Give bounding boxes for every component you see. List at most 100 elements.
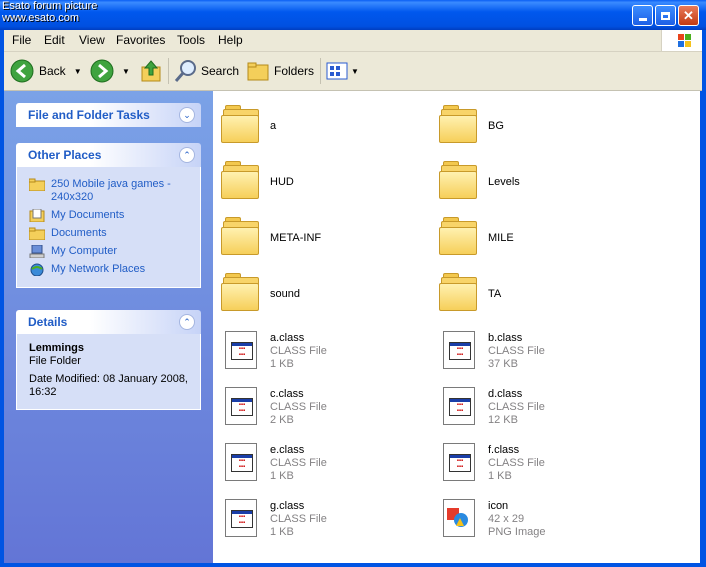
file-type: CLASS File (270, 345, 327, 357)
file-size: PNG Image (488, 526, 546, 538)
place-label: Documents (51, 227, 107, 239)
file-list-view: a BG HUD Levels META-INF MILE sound TA ▪▪▪ ▪▪▪ a.c… (213, 91, 700, 563)
folder-item[interactable]: sound (213, 265, 413, 313)
file-size: 2 KB (270, 414, 294, 426)
close-button[interactable]: ✕ (678, 5, 699, 26)
place-my-documents[interactable]: My Documents (17, 209, 200, 222)
file-type: CLASS File (270, 401, 327, 413)
menu-favorites[interactable]: Favorites (116, 33, 165, 47)
folder-item[interactable]: BG (431, 97, 631, 145)
file-size: 37 KB (488, 358, 518, 370)
place-label: My Computer (51, 245, 118, 257)
file-item[interactable]: ▪▪▪ ▪▪▪ e.class CLASS File 1 KB (213, 433, 413, 482)
back-dropdown-icon[interactable]: ▼ (74, 67, 82, 76)
forward-dropdown-icon[interactable]: ▼ (122, 67, 130, 76)
folders-icon (247, 62, 269, 81)
class-file-icon: ▪▪▪ ▪▪▪ (439, 441, 477, 481)
folder-icon (29, 227, 45, 240)
file-name: BG (488, 120, 504, 132)
file-item[interactable]: ▪▪▪ ▪▪▪ d.class CLASS File 12 KB (431, 377, 631, 426)
file-item[interactable]: ▪▪▪ ▪▪▪ c.class CLASS File 2 KB (213, 377, 413, 426)
file-folder-tasks-panel: File and Folder Tasks ⌄ (16, 103, 201, 127)
file-size: 1 KB (270, 526, 294, 538)
task-pane: File and Folder Tasks ⌄ Other Places ⌃ 2… (4, 91, 213, 563)
folder-icon (221, 217, 259, 255)
title-bar[interactable]: Esato forum picture www.esato.com ✕ (0, 0, 706, 30)
file-name: icon (488, 500, 509, 512)
folder-item[interactable]: Levels (431, 153, 631, 201)
search-button[interactable]: Search (174, 58, 239, 84)
other-places-header[interactable]: Other Places ⌃ (16, 143, 201, 167)
file-name: a (270, 120, 277, 132)
maximize-button[interactable] (655, 5, 676, 26)
minimize-button[interactable] (632, 5, 653, 26)
file-type: CLASS File (270, 513, 327, 525)
place-250-mobile-java-games[interactable]: 250 Mobile java games - 240x320 (17, 178, 200, 204)
file-type: CLASS File (488, 401, 545, 413)
back-button[interactable]: Back ▼ (10, 58, 82, 84)
class-file-icon: ▪▪▪ ▪▪▪ (221, 329, 259, 369)
folder-icon (439, 273, 477, 311)
folder-item[interactable]: TA (431, 265, 631, 313)
menu-file[interactable]: File (12, 33, 31, 47)
file-folder-tasks-header[interactable]: File and Folder Tasks ⌄ (16, 103, 201, 127)
file-name: d.class (488, 388, 523, 400)
file-type: CLASS File (488, 345, 545, 357)
toolbar: Back ▼ ▼ Search Folders ▼ (4, 52, 702, 91)
folder-icon (439, 105, 477, 143)
forward-button[interactable]: ▼ (90, 58, 130, 84)
details-type: File Folder (29, 355, 81, 367)
folders-button[interactable]: Folders (246, 58, 314, 84)
class-file-icon: ▪▪▪ ▪▪▪ (221, 497, 259, 537)
chevron-up-icon[interactable]: ⌃ (179, 147, 195, 163)
file-item[interactable]: ▪▪▪ ▪▪▪ f.class CLASS File 1 KB (431, 433, 631, 482)
file-type: CLASS File (270, 457, 327, 469)
file-name: c.class (270, 388, 304, 400)
file-item[interactable]: ▪▪▪ ▪▪▪ b.class CLASS File 37 KB (431, 321, 631, 370)
folder-item[interactable]: MILE (431, 209, 631, 257)
place-documents[interactable]: Documents (17, 227, 200, 240)
file-name: e.class (270, 444, 305, 456)
file-name: g.class (270, 500, 305, 512)
file-item[interactable]: ▪▪▪ ▪▪▪ g.class CLASS File 1 KB (213, 489, 413, 538)
maximize-icon (661, 11, 670, 20)
back-arrow-icon (10, 59, 34, 83)
file-name: a.class (270, 332, 305, 344)
menu-bar: File Edit View Favorites Tools Help (4, 30, 702, 52)
file-size: 1 KB (270, 470, 294, 482)
place-my-computer[interactable]: My Computer (17, 245, 200, 258)
details-header[interactable]: Details ⌃ (16, 310, 201, 334)
file-name: META-INF (270, 232, 322, 244)
menu-tools[interactable]: Tools (177, 33, 205, 47)
file-item[interactable]: icon 42 x 29 PNG Image (431, 489, 631, 538)
folder-item[interactable]: META-INF (213, 209, 413, 257)
windows-flag-icon (678, 34, 691, 47)
my-computer-icon (29, 245, 45, 258)
menu-view[interactable]: View (79, 33, 105, 47)
file-name: HUD (270, 176, 294, 188)
class-file-icon: ▪▪▪ ▪▪▪ (439, 329, 477, 369)
menu-help[interactable]: Help (218, 33, 243, 47)
folder-item[interactable]: a (213, 97, 413, 145)
file-name: f.class (488, 444, 520, 456)
up-folder-button[interactable] (140, 58, 162, 84)
folder-icon (221, 105, 259, 143)
file-item[interactable]: ▪▪▪ ▪▪▪ a.class CLASS File 1 KB (213, 321, 413, 370)
back-label: Back (39, 64, 66, 78)
folder-icon (439, 217, 477, 255)
place-my-network-places[interactable]: My Network Places (17, 263, 200, 276)
minimize-icon (638, 18, 647, 21)
file-name: Levels (488, 176, 520, 188)
folder-item[interactable]: HUD (213, 153, 413, 201)
file-name: sound (270, 288, 300, 300)
views-button[interactable]: ▼ (326, 58, 359, 84)
folder-icon (221, 273, 259, 311)
file-name: TA (488, 288, 502, 300)
menu-edit[interactable]: Edit (44, 33, 65, 47)
chevron-down-icon[interactable]: ⌄ (179, 107, 195, 123)
class-file-icon: ▪▪▪ ▪▪▪ (439, 385, 477, 425)
up-folder-icon (141, 60, 161, 82)
chevron-up-icon[interactable]: ⌃ (179, 314, 195, 330)
other-places-list: 250 Mobile java games - 240x320 My Docum… (16, 167, 201, 288)
folder-icon (29, 178, 45, 191)
